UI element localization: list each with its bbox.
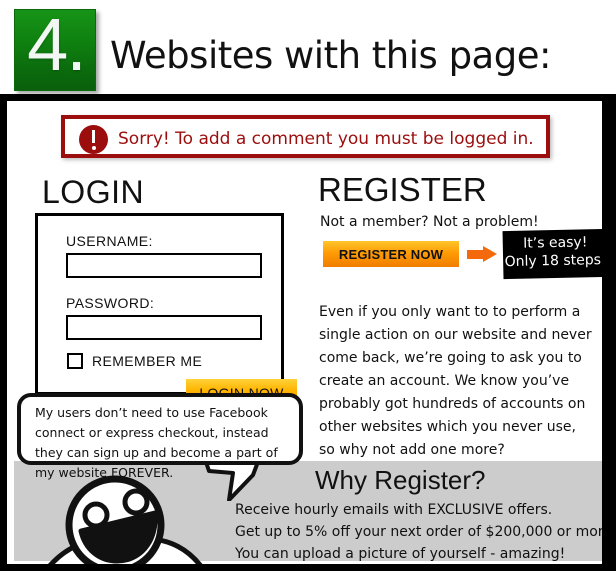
alert-message: Sorry! To add a comment you must be logg…: [118, 129, 534, 149]
password-label: PASSWORD:: [66, 295, 155, 311]
remember-me-label: REMEMBER ME: [92, 353, 203, 369]
login-form: USERNAME: PASSWORD: REMEMBER ME LOGIN NO…: [35, 213, 297, 406]
why-register-heading: Why Register?: [315, 465, 486, 495]
page-root: 4. Websites with this page: Sorry! To ad…: [0, 0, 616, 571]
arrow-right-icon: [467, 246, 497, 262]
exclamation-icon: [79, 125, 108, 154]
speech-bubble-text: My users don’t need to use Facebook conn…: [35, 405, 278, 480]
username-label: USERNAME:: [66, 233, 153, 249]
step-number-badge: 4.: [14, 4, 96, 91]
register-paragraph: Even if you only want to to perform a si…: [319, 304, 592, 458]
login-required-alert: Sorry! To add a comment you must be logg…: [61, 115, 550, 158]
awesome-smiley-face: [48, 475, 203, 564]
callout-line-1: It’s easy!: [522, 234, 588, 252]
speech-bubble: My users don’t need to use Facebook conn…: [17, 393, 303, 480]
list-item: Get up to 5% off your next order of $200…: [235, 524, 602, 540]
content-frame: Sorry! To add a comment you must be logg…: [0, 94, 616, 571]
login-heading: LOGIN: [42, 174, 145, 210]
remember-me-checkbox[interactable]: [67, 353, 83, 369]
register-heading: REGISTER: [318, 171, 487, 208]
register-subtitle: Not a member? Not a problem!: [320, 214, 539, 230]
password-input[interactable]: [66, 315, 262, 340]
callout-line-2: Only 18 steps!: [504, 251, 602, 271]
list-item: You can upload a picture of yourself - a…: [235, 546, 566, 562]
page-title: Websites with this page:: [110, 34, 551, 77]
register-callout: It’s easy! Only 18 steps!: [502, 228, 602, 280]
step-number-label: 4.: [27, 3, 87, 86]
register-now-button[interactable]: REGISTER NOW: [323, 241, 459, 267]
why-register-list: Receive hourly emails with EXCLUSIVE off…: [235, 499, 602, 564]
username-input[interactable]: [66, 253, 262, 278]
list-item: Receive hourly emails with EXCLUSIVE off…: [235, 502, 553, 518]
content-frame-inner: Sorry! To add a comment you must be logg…: [7, 101, 602, 564]
